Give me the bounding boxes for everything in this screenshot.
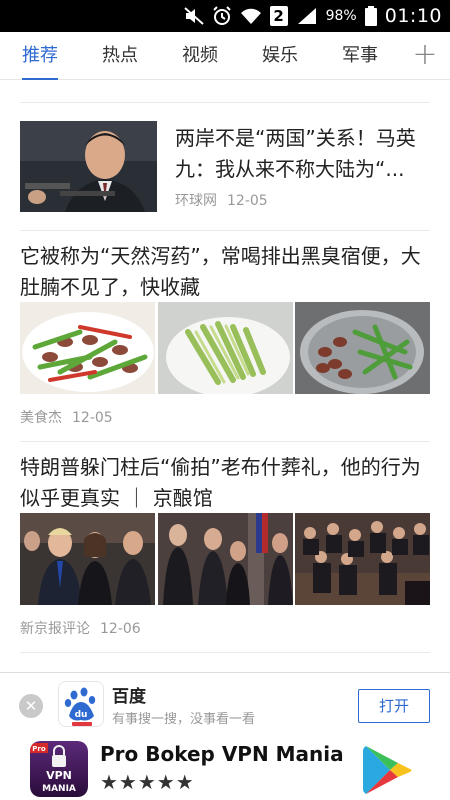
article-time: 12-05 <box>72 410 113 426</box>
notification-badge: 2 <box>269 6 288 26</box>
rating-stars: ★★★★★ <box>100 770 195 794</box>
article-title: 它被称为“天然泻药”，常喝排出黑臭宿便，大肚腩不见了，快收藏 <box>20 244 421 299</box>
article-image <box>20 302 155 394</box>
article-title: 两岸不是“两国”关系！马英九：我从来不称大陆为“... <box>175 126 416 181</box>
tab-military[interactable]: 军事 <box>320 32 400 80</box>
article-source: 环球网 <box>175 193 217 209</box>
article-image <box>295 513 430 605</box>
google-play-icon[interactable] <box>360 742 416 798</box>
vpn-icon-text-top: VPN <box>46 769 72 782</box>
battery-icon <box>364 6 377 26</box>
tab-entertainment[interactable]: 娱乐 <box>240 32 320 80</box>
article-source: 美食杰 <box>20 410 62 426</box>
alarm-icon <box>212 6 232 26</box>
baidu-logo-icon: du <box>58 681 104 727</box>
vpn-icon-badge: Pro <box>32 745 46 753</box>
article-thumbnail <box>20 121 157 212</box>
article-source: 新京报评论 <box>20 621 90 637</box>
news-feed: 两岸不是“两国”关系！马英九：我从来不称大陆为“... 环球网 12-05 它被称… <box>0 80 450 653</box>
news-item[interactable]: 它被称为“天然泻药”，常喝排出黑臭宿便，大肚腩不见了，快收藏 美食杰 12-05 <box>0 231 450 441</box>
article-image <box>157 513 293 605</box>
article-title: 特朗普躲门柱后“偷拍”老布什葬礼，他的行为似乎更真实 ｜ 京酿馆 <box>20 455 421 510</box>
status-bar: 2 98% 01:10 <box>0 0 450 32</box>
article-image-row <box>20 513 430 605</box>
divider <box>20 652 430 653</box>
svg-text:du: du <box>75 710 88 720</box>
article-meta: 新京报评论 12-06 <box>20 618 141 638</box>
signal-icon <box>296 7 318 25</box>
ad-app-name: 百度 <box>112 687 146 707</box>
vpn-app-name: Pro Bokep VPN Mania <box>100 742 344 766</box>
article-image <box>295 302 430 394</box>
article-image <box>157 302 293 394</box>
article-image-row <box>20 302 430 394</box>
article-time: 12-05 <box>227 193 268 209</box>
channel-tabs: 推荐 热点 视频 娱乐 军事 + <box>0 32 450 80</box>
wifi-icon <box>240 7 262 25</box>
close-icon[interactable]: ✕ <box>19 694 43 718</box>
article-image <box>20 513 155 605</box>
news-item[interactable]: 特朗普躲门柱后“偷拍”老布什葬礼，他的行为似乎更真实 ｜ 京酿馆 新京报评论 1… <box>0 442 450 652</box>
ad-description: 有事搜一搜，没事看一看 <box>112 712 256 727</box>
open-button[interactable]: 打开 <box>358 689 430 723</box>
vpn-icon-text-bottom: MANIA <box>42 784 76 794</box>
plus-icon[interactable]: + <box>408 32 442 80</box>
vpn-app-icon: Pro VPN MANIA <box>30 741 88 797</box>
tab-video[interactable]: 视频 <box>160 32 240 80</box>
article-time: 12-06 <box>100 621 141 637</box>
screen: 2 98% 01:10 推荐 热点 视频 娱乐 军事 + 两岸不是“两国”关系！… <box>0 0 450 800</box>
vpn-ad-banner[interactable]: Pro VPN MANIA Pro Bokep VPN Mania ★★★★★ <box>0 738 450 800</box>
tab-hot[interactable]: 热点 <box>80 32 160 80</box>
article-meta: 美食杰 12-05 <box>20 407 113 427</box>
news-item[interactable]: 两岸不是“两国”关系！马英九：我从来不称大陆为“... 环球网 12-05 <box>0 103 450 230</box>
article-meta: 环球网 12-05 <box>175 190 268 210</box>
mute-icon <box>183 7 204 25</box>
baidu-ad-banner[interactable]: ✕ du 百度 有事搜一搜，没事看一看 打开 <box>0 672 450 738</box>
clock: 01:10 <box>384 5 442 27</box>
tab-recommend[interactable]: 推荐 <box>0 32 80 80</box>
battery-percent: 98% <box>325 8 357 24</box>
